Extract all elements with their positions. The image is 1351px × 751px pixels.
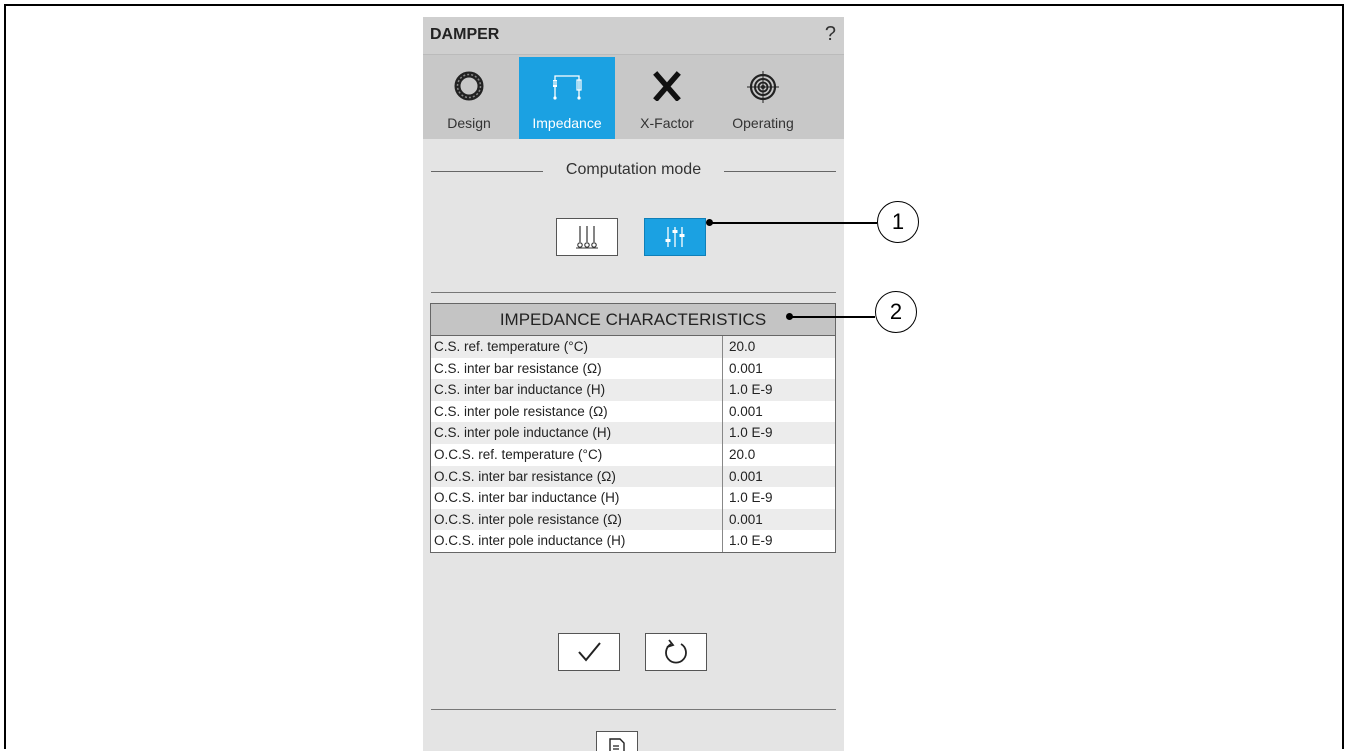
parameter-label: C.S. inter bar resistance (Ω): [431, 357, 723, 380]
divider: [431, 292, 836, 293]
tab-design[interactable]: Design: [423, 57, 515, 139]
tab-x-factor[interactable]: X-Factor: [619, 57, 715, 139]
tab-operating[interactable]: Operating: [715, 57, 811, 139]
tab-label: Design: [447, 115, 491, 131]
content-area: Computation mode IMPEDANCE CHARACTERISTI…: [423, 139, 844, 751]
table-row: C.S. inter pole inductance (H) 1.0 E-9: [431, 422, 835, 444]
export-button[interactable]: [596, 731, 638, 751]
parameter-value[interactable]: 0.001: [723, 509, 835, 531]
window-title: DAMPER: [430, 26, 500, 43]
export-icon: [609, 738, 625, 751]
tab-label: Impedance: [532, 115, 602, 131]
table-row: C.S. inter bar inductance (H) 1.0 E-9: [431, 379, 835, 401]
parameter-label: O.C.S. ref. temperature (°C): [431, 443, 723, 466]
callout-1-marker: 1: [877, 201, 919, 243]
parameter-value[interactable]: 0.001: [723, 466, 835, 488]
impedance-icon: [519, 71, 615, 101]
table-row: O.C.S. inter pole resistance (Ω) 0.001: [431, 508, 835, 531]
table-row: C.S. inter bar resistance (Ω) 0.001: [431, 357, 835, 380]
reset-icon: [665, 639, 687, 664]
confirm-button[interactable]: [558, 633, 620, 671]
parameter-label: C.S. inter bar inductance (H): [431, 379, 723, 401]
impedance-rows: C.S. ref. temperature (°C) 20.0 C.S. inter…: [431, 336, 835, 552]
adjustable-mode-button[interactable]: [644, 218, 706, 256]
parameter-label: O.C.S. inter pole resistance (Ω): [431, 508, 723, 531]
tab-impedance[interactable]: Impedance: [519, 57, 615, 139]
ring-icon: [423, 71, 515, 101]
x-factor-icon: [619, 71, 715, 101]
reset-button[interactable]: [645, 633, 707, 671]
target-icon: [715, 71, 811, 103]
parameter-value[interactable]: 20.0: [723, 336, 835, 358]
computation-mode-label: Computation mode: [563, 161, 704, 178]
fixed-mode-button[interactable]: [556, 218, 618, 256]
parameter-label: O.C.S. inter bar inductance (H): [431, 487, 723, 509]
table-row: C.S. ref. temperature (°C) 20.0: [431, 336, 835, 358]
parameter-value[interactable]: 1.0 E-9: [723, 422, 835, 444]
parameter-label: C.S. ref. temperature (°C): [431, 336, 723, 358]
tab-label: X-Factor: [640, 115, 694, 131]
table-row: C.S. inter pole resistance (Ω) 0.001: [431, 400, 835, 423]
help-button[interactable]: ?: [825, 23, 836, 46]
parameter-value[interactable]: 1.0 E-9: [723, 379, 835, 401]
parameter-label: O.C.S. inter pole inductance (H): [431, 530, 723, 552]
parameter-value[interactable]: 1.0 E-9: [723, 487, 835, 509]
fixed-sliders-icon: [576, 226, 598, 249]
callout-1-line: [710, 222, 877, 224]
divider: [431, 709, 836, 710]
parameter-value[interactable]: 0.001: [723, 358, 835, 380]
title-bar: DAMPER ?: [423, 17, 844, 55]
tab-label: Operating: [732, 115, 794, 131]
callout-2-marker: 2: [875, 291, 917, 333]
parameter-value[interactable]: 0.001: [723, 401, 835, 423]
checkmark-icon: [578, 642, 601, 662]
adjustable-sliders-icon: [665, 227, 685, 247]
tab-bar: Design Impedance X-Factor Operating: [423, 55, 844, 139]
parameter-value[interactable]: 20.0: [723, 444, 835, 466]
impedance-table-header: IMPEDANCE CHARACTERISTICS: [431, 304, 835, 336]
parameter-value[interactable]: 1.0 E-9: [723, 530, 835, 552]
table-row: O.C.S. inter pole inductance (H) 1.0 E-9: [431, 530, 835, 552]
damper-panel: DAMPER ? Design Impedance X-Factor Opera…: [423, 17, 844, 751]
parameter-label: C.S. inter pole resistance (Ω): [431, 400, 723, 423]
computation-mode-legend: Computation mode: [431, 161, 836, 181]
impedance-table: IMPEDANCE CHARACTERISTICS C.S. ref. temp…: [430, 303, 836, 553]
parameter-label: C.S. inter pole inductance (H): [431, 422, 723, 444]
parameter-label: O.C.S. inter bar resistance (Ω): [431, 465, 723, 488]
table-row: O.C.S. inter bar resistance (Ω) 0.001: [431, 465, 835, 488]
callout-2-line: [790, 316, 875, 318]
table-row: O.C.S. inter bar inductance (H) 1.0 E-9: [431, 487, 835, 509]
table-row: O.C.S. ref. temperature (°C) 20.0: [431, 443, 835, 466]
